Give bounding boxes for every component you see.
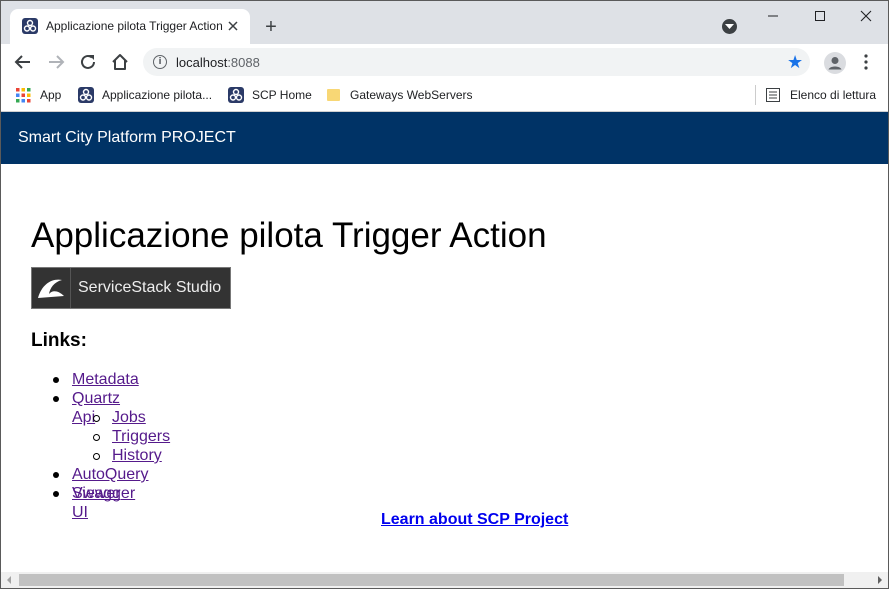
navbar-brand[interactable]: Smart City Platform PROJECT [18,129,236,147]
menu-dots-icon[interactable] [859,53,873,71]
folder-icon [327,89,340,101]
bookmark-label: SCP Home [252,88,312,102]
bookmark-label: App [40,88,62,102]
tab-search-icon[interactable] [722,19,737,34]
bullet-icon [53,491,59,497]
browser-tab[interactable]: Applicazione pilota Trigger Action [10,9,250,44]
back-icon[interactable] [12,51,34,73]
browser-toolbar: i localhost:8088 ★ [1,44,888,80]
studio-button-label: ServiceStack Studio [78,279,222,296]
bookmark-star-icon[interactable]: ★ [787,52,803,72]
tab-title: Applicazione pilota Trigger Action [46,19,223,33]
home-icon[interactable] [109,51,131,73]
site-favicon-icon [22,18,38,34]
new-tab-button[interactable]: + [260,16,282,38]
site-favicon-icon [228,87,244,103]
link-metadata[interactable]: Metadata [72,370,139,389]
site-favicon-icon [78,87,94,103]
forward-icon[interactable] [45,51,67,73]
link-jobs[interactable]: Jobs [112,408,146,427]
link-triggers[interactable]: Triggers [112,427,170,446]
bookmark-label: Gateways WebServers [350,88,473,102]
maximize-button[interactable] [797,1,843,33]
reading-list-label: Elenco di lettura [790,88,877,102]
bookmarks-separator [755,85,756,105]
address-bar[interactable]: i localhost:8088 ★ [143,48,810,76]
bullet-icon [53,377,59,383]
minimize-button[interactable] [750,1,796,33]
tab-strip: Applicazione pilota Trigger Action + [1,1,888,44]
servicestack-studio-button[interactable]: ServiceStack Studio [31,267,231,309]
bullet-icon [93,415,100,422]
links-heading: Links: [31,330,87,351]
close-tab-icon[interactable] [225,18,241,34]
apps-grid-icon [16,88,31,103]
url-text: localhost:8088 [176,55,260,70]
link-swagger-ui[interactable]: Swagger UI [72,484,135,522]
reading-list-icon [766,88,780,102]
bullet-icon [53,396,59,402]
bookmarks-bar: App Applicazione pilota... SCP Home Gate… [1,80,888,112]
bullet-icon [93,453,100,460]
close-window-button[interactable] [843,1,888,33]
scroll-right-arrow-icon[interactable] [871,572,888,588]
servicestack-logo-icon [32,268,71,308]
browser-window: Applicazione pilota Trigger Action + i l… [0,0,889,589]
scrollbar-thumb[interactable] [19,574,844,586]
page-title: Applicazione pilota Trigger Action [31,216,547,255]
horizontal-scrollbar[interactable] [1,572,888,588]
page-viewport: Smart City Platform PROJECT Applicazione… [1,112,888,572]
bullet-icon [93,434,100,441]
bullet-icon [53,472,59,478]
reload-icon[interactable] [77,51,99,73]
scroll-left-arrow-icon[interactable] [1,572,18,588]
bookmark-label: Applicazione pilota... [102,88,213,102]
site-info-icon[interactable]: i [153,55,167,69]
learn-about-link[interactable]: Learn about SCP Project [381,511,568,529]
site-navbar: Smart City Platform PROJECT [1,112,888,164]
link-history[interactable]: History [112,446,162,465]
profile-avatar-icon[interactable] [824,52,846,74]
